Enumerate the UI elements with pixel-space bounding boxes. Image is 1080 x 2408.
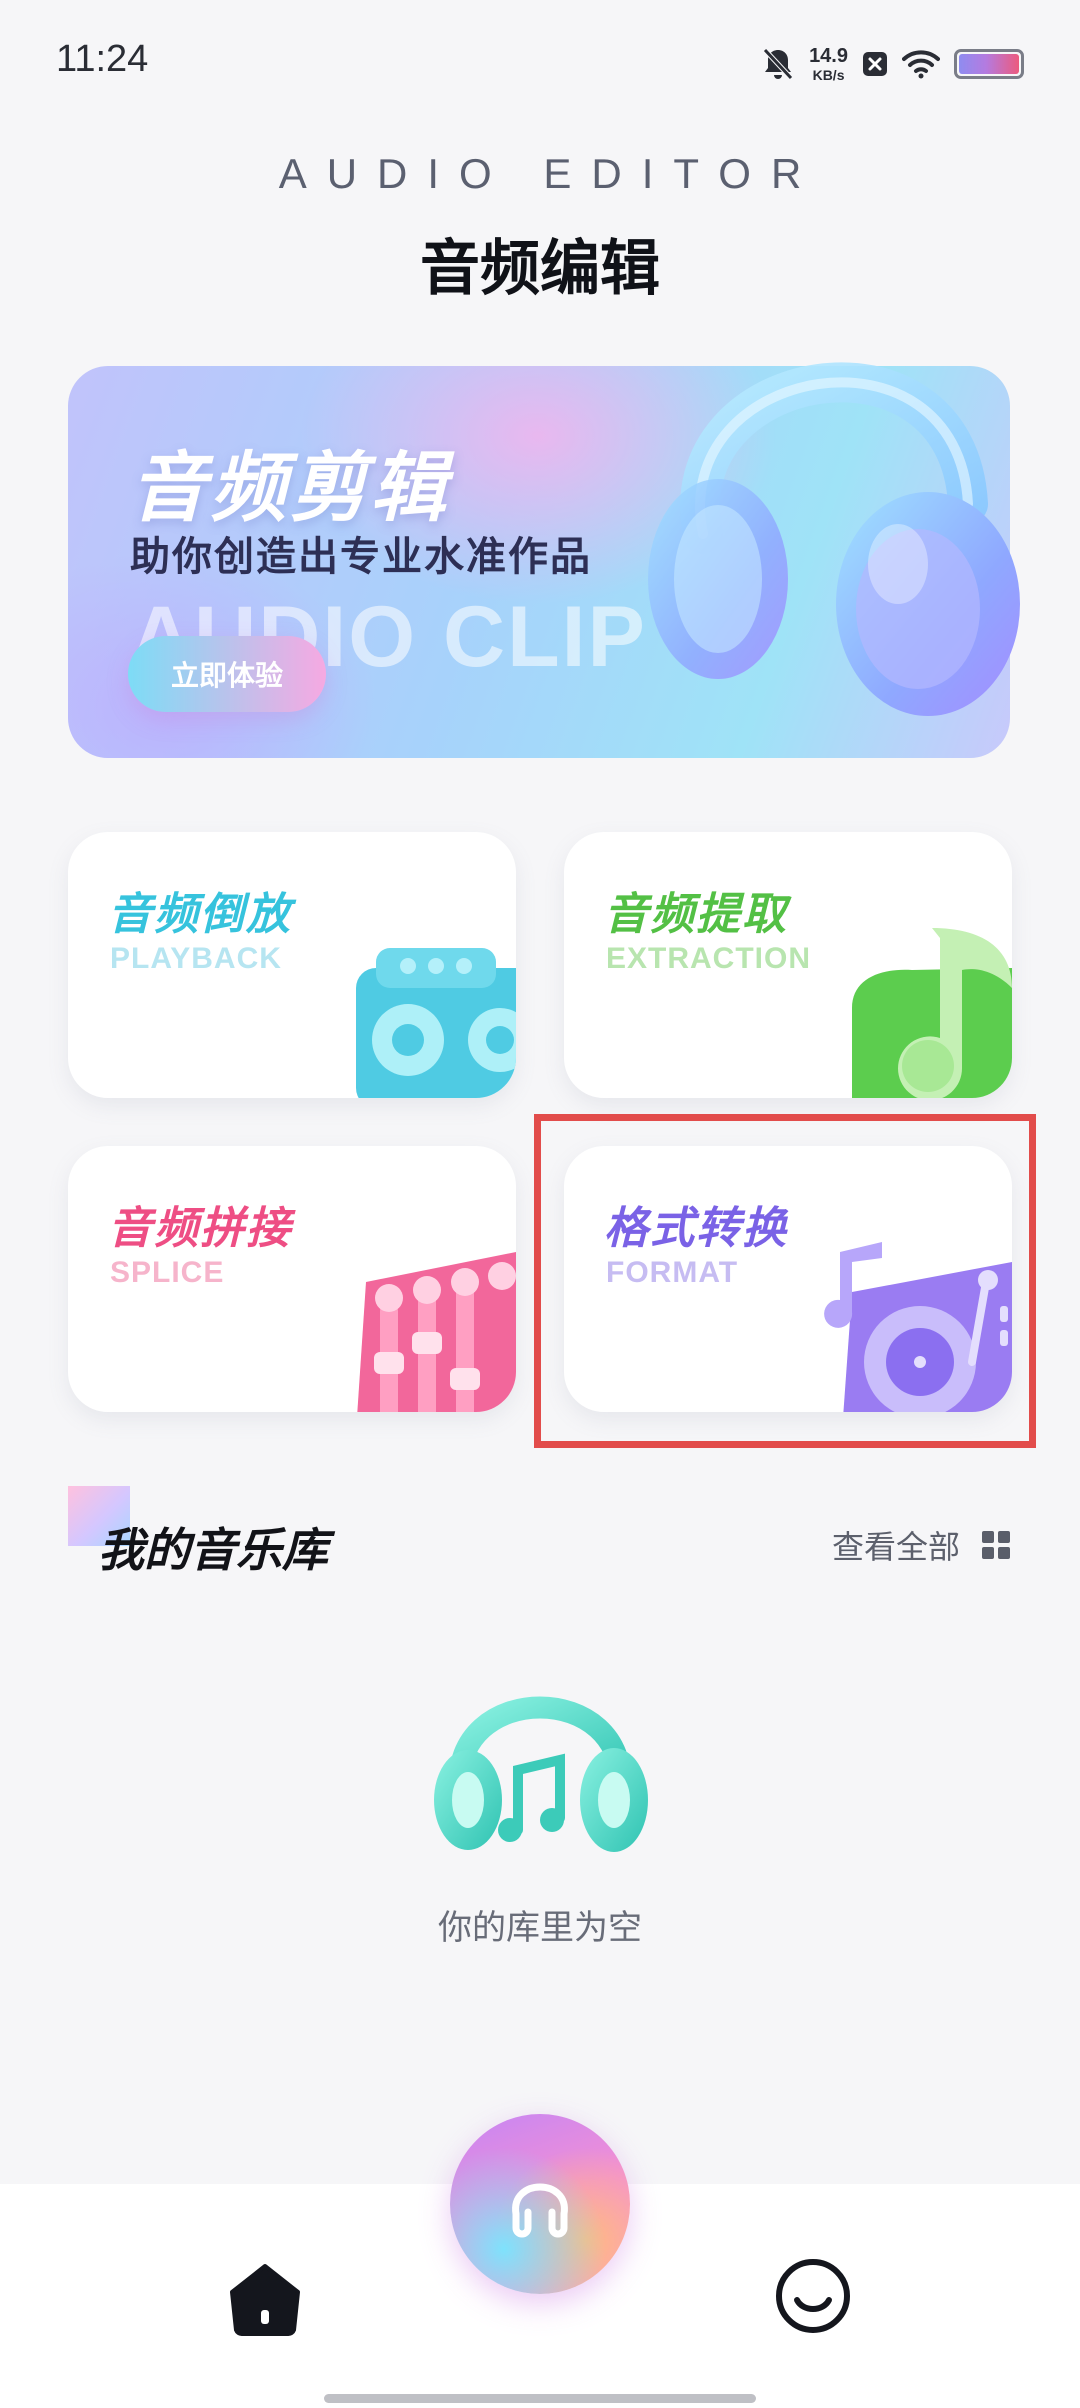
headphones-icon bbox=[512, 2183, 568, 2238]
headphones-icon bbox=[434, 1696, 648, 1852]
header-subtitle: AUDIO EDITOR bbox=[278, 150, 822, 197]
grid-icon bbox=[982, 1531, 1010, 1559]
mixer-icon bbox=[357, 1252, 516, 1412]
tool-card-splice[interactable]: 音频拼接 SPLICE bbox=[68, 1146, 516, 1412]
headphones-tab-button[interactable] bbox=[450, 2114, 630, 2294]
library-title: 我的音乐库 bbox=[98, 1523, 328, 1577]
page-title: 音频编辑 bbox=[420, 234, 660, 304]
music-note-icon bbox=[852, 928, 1012, 1098]
tool-title-en: PLAYBACK bbox=[110, 942, 282, 975]
status-icons: 14.9 KB/s bbox=[761, 40, 1024, 88]
home-icon[interactable] bbox=[226, 2260, 304, 2338]
status-time: 11:24 bbox=[56, 38, 149, 80]
bell-muted-icon bbox=[763, 48, 793, 80]
view-all-label: 查看全部 bbox=[831, 1528, 960, 1566]
status-bar: 11:24 14.9 KB/s bbox=[0, 0, 1080, 120]
banner-title: 音频剪辑 bbox=[130, 443, 450, 532]
close-box-icon bbox=[863, 52, 887, 76]
home-indicator[interactable] bbox=[324, 2394, 756, 2403]
net-speed-value: 14.9 bbox=[809, 45, 848, 67]
net-speed-unit: KB/s bbox=[812, 67, 845, 83]
headphones-illustration bbox=[648, 362, 1020, 716]
tool-title-en: EXTRACTION bbox=[606, 942, 811, 975]
tool-title-cn: 音频拼接 bbox=[108, 1203, 292, 1254]
tape-recorder-icon bbox=[356, 948, 516, 1098]
battery-icon bbox=[954, 49, 1024, 79]
tool-title-cn: 音频提取 bbox=[604, 889, 788, 940]
wifi-icon bbox=[902, 50, 940, 79]
tool-card-playback[interactable]: 音频倒放 PLAYBACK bbox=[68, 832, 516, 1098]
view-all-link[interactable]: 查看全部 bbox=[832, 1522, 1010, 1568]
empty-library-text: 你的库里为空 bbox=[438, 1908, 642, 1948]
tool-card-extraction[interactable]: 音频提取 EXTRACTION bbox=[564, 832, 1012, 1098]
audio-clip-banner[interactable]: AUDIO CLIP 音频剪辑 助你创造出专业水准作品 立即体验 bbox=[68, 362, 1020, 758]
smile-face-icon[interactable] bbox=[773, 2256, 853, 2336]
try-now-button[interactable]: 立即体验 bbox=[128, 636, 326, 712]
tool-title-cn: 音频倒放 bbox=[108, 889, 292, 940]
highlight-box bbox=[534, 1114, 1036, 1448]
tool-title-en: SPLICE bbox=[110, 1256, 225, 1289]
banner-description: 助你创造出专业水准作品 bbox=[130, 534, 592, 580]
net-speed: 14.9 KB/s bbox=[809, 46, 848, 82]
